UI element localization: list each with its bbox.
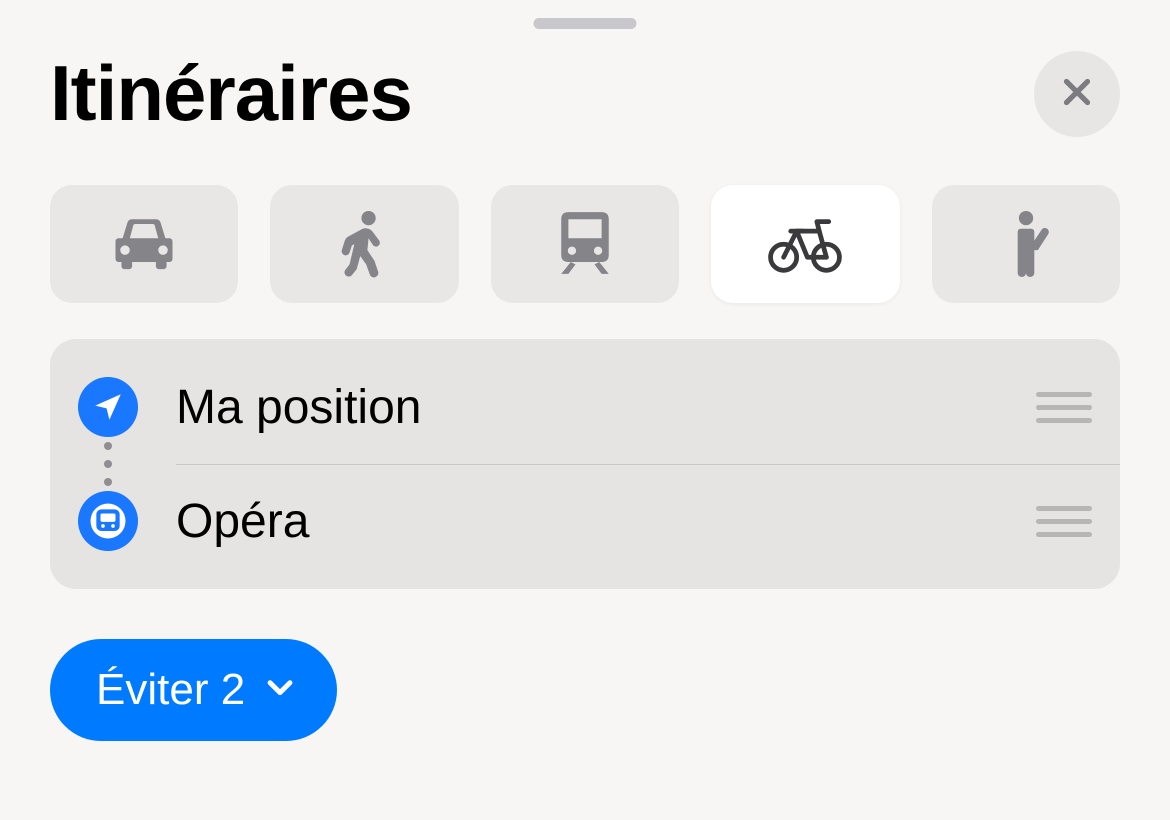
sheet-grabber[interactable] — [534, 18, 637, 29]
close-button[interactable] — [1034, 51, 1120, 137]
route-from-row[interactable]: Ma position — [78, 361, 1092, 453]
mode-tab-car[interactable] — [50, 185, 238, 303]
reorder-handle-icon[interactable] — [1036, 379, 1092, 435]
avoid-options-chip[interactable]: Éviter 2 — [50, 639, 337, 741]
mode-tab-ride[interactable] — [932, 185, 1120, 303]
route-to-label: Opéra — [176, 494, 998, 549]
metro-icon — [78, 491, 138, 551]
close-icon — [1059, 74, 1095, 113]
chevron-down-icon — [263, 665, 297, 715]
bike-icon — [767, 205, 843, 284]
route-options-row: Éviter 2 — [50, 639, 1120, 741]
mode-tab-walk[interactable] — [270, 185, 458, 303]
transit-icon — [547, 205, 623, 284]
mode-tab-transit[interactable] — [491, 185, 679, 303]
route-divider — [176, 464, 1120, 465]
avoid-chip-label: Éviter 2 — [96, 665, 245, 715]
walk-icon — [327, 205, 403, 284]
route-from-label: Ma position — [176, 380, 998, 435]
directions-sheet: Itinéraires — [0, 0, 1170, 820]
transport-mode-tabs — [50, 185, 1120, 303]
ride-icon — [988, 205, 1064, 284]
car-icon — [106, 205, 182, 284]
location-arrow-icon — [78, 377, 138, 437]
route-to-row[interactable]: Opéra — [78, 475, 1092, 567]
mode-tab-bike[interactable] — [711, 185, 899, 303]
route-connector — [78, 453, 1092, 475]
route-dots-icon — [78, 442, 138, 486]
page-title: Itinéraires — [50, 48, 412, 139]
route-endpoints-card: Ma position — [50, 339, 1120, 589]
reorder-handle-icon[interactable] — [1036, 493, 1092, 549]
